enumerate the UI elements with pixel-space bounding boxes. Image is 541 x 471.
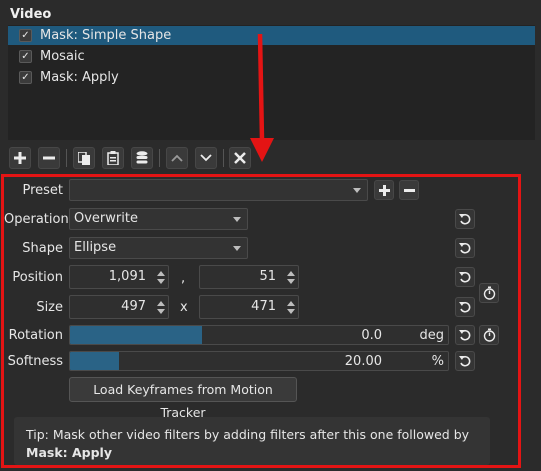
rotation-keyframe-button[interactable] [479,325,499,345]
undo-icon [459,355,471,367]
remove-filter-button[interactable] [38,147,60,169]
softness-value: 20.00 [344,354,382,369]
checkbox-mask-simple-shape[interactable]: ✓ [19,29,32,42]
rotation-slider-fill [70,326,203,344]
spin-up-icon[interactable] [157,301,165,306]
database-icon [136,151,148,164]
preset-label: Preset [22,183,63,198]
close-icon [234,152,246,164]
filter-item-label: Mask: Simple Shape [40,28,172,43]
operation-label: Operation [4,212,69,227]
position-x-spinbox[interactable]: 1,091 [69,265,169,289]
rotation-slider[interactable]: 0.0 deg [69,325,449,345]
rotation-label: Rotation [8,328,63,343]
load-keyframes-button[interactable]: Load Keyframes from Motion Tracker [69,377,297,420]
position-y-value: 51 [259,269,276,284]
size-height-spinbox[interactable]: 471 [199,295,299,319]
shape-combo[interactable]: Ellipse [69,237,248,259]
size-width-spinbox[interactable]: 497 [69,295,169,319]
spin-down-icon[interactable] [157,309,165,314]
move-down-button[interactable] [195,147,217,169]
undo-icon [459,242,471,254]
filter-item-label: Mosaic [40,49,85,64]
size-height-value: 471 [251,299,276,314]
move-up-button[interactable] [166,147,188,169]
add-filter-button[interactable] [9,147,31,169]
shape-value: Ellipse [74,240,117,255]
checkbox-mask-apply[interactable]: ✓ [19,71,32,84]
spin-up-icon[interactable] [287,301,295,306]
rotation-value: 0.0 [361,328,382,343]
rectangle-reset-button[interactable] [455,267,475,287]
toolbar-divider [159,149,160,167]
spin-up-icon[interactable] [287,271,295,276]
paste-filters-button[interactable] [102,147,124,169]
copy-icon [78,151,90,165]
toolbar-divider [223,149,224,167]
position-x-value: 1,091 [108,269,146,284]
copy-filters-button[interactable] [73,147,95,169]
chevron-down-icon [200,154,212,162]
shape-reset-button[interactable] [455,238,475,258]
undo-icon [459,329,471,341]
size-width-value: 497 [121,299,146,314]
softness-label: Softness [7,354,63,369]
size-reset-button[interactable] [455,297,475,317]
position-separator: , [181,271,186,286]
shape-label: Shape [22,241,63,256]
softness-slider[interactable]: 20.00 % [69,351,449,371]
spin-up-icon[interactable] [157,271,165,276]
save-preset-button[interactable] [131,147,153,169]
operation-value: Overwrite [74,211,138,226]
spin-down-icon[interactable] [287,309,295,314]
stopwatch-icon [483,328,495,342]
softness-slider-fill [70,352,120,370]
delete-preset-button[interactable] [399,180,419,200]
operation-reset-button[interactable] [455,209,475,229]
chevron-down-icon [233,246,241,251]
spin-down-icon[interactable] [157,279,165,284]
minus-icon [403,188,415,192]
video-section-title: Video [10,7,52,22]
plus-icon [378,184,390,196]
toolbar-divider [66,149,67,167]
undo-icon [459,271,471,283]
minus-icon [43,156,55,160]
filter-item-label: Mask: Apply [40,70,119,85]
chevron-down-icon [233,217,241,222]
tip-bold-text: Mask: Apply [26,445,112,460]
rotation-reset-button[interactable] [455,325,475,345]
softness-reset-button[interactable] [455,351,475,371]
rotation-unit: deg [419,328,444,343]
chevron-up-icon [171,154,183,162]
rectangle-keyframe-button[interactable] [479,283,499,303]
size-separator: x [180,300,188,315]
stopwatch-icon [483,286,495,300]
preset-combo[interactable] [69,179,368,201]
chevron-down-icon [353,188,361,193]
undo-icon [459,213,471,225]
undo-icon [459,301,471,313]
operation-combo[interactable]: Overwrite [69,208,248,230]
tip-box: Tip: Mask other video filters by adding … [14,417,490,465]
softness-unit: % [431,354,444,369]
checkbox-mosaic[interactable]: ✓ [19,50,32,63]
add-preset-button[interactable] [374,180,394,200]
plus-icon [14,152,26,164]
annotation-arrow [250,33,274,162]
position-label: Position [12,270,63,285]
paste-icon [107,151,119,165]
spin-down-icon[interactable] [287,279,295,284]
size-label: Size [36,300,63,315]
tip-text: Tip: Mask other video filters by adding … [26,427,470,442]
position-y-spinbox[interactable]: 51 [199,265,299,289]
